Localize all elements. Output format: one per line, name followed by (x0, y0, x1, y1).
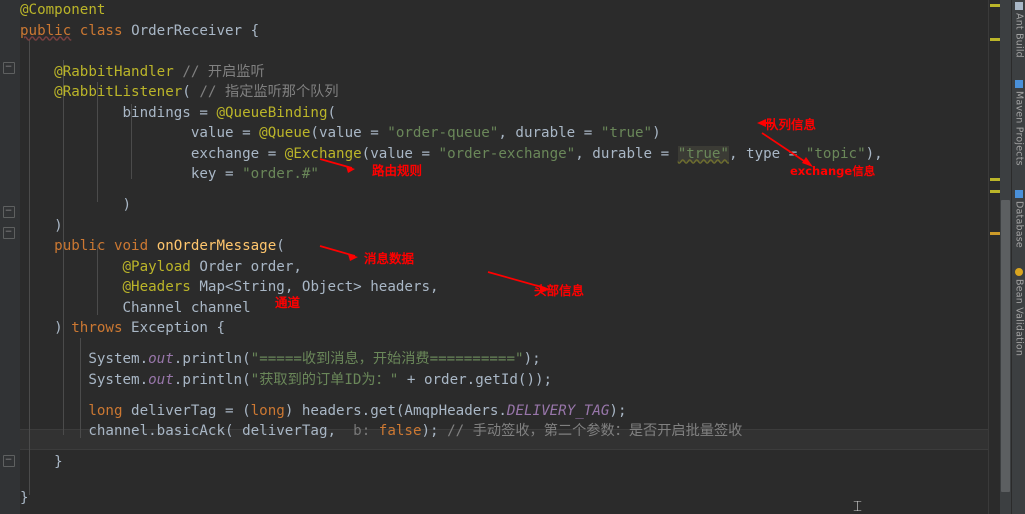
tool-window-label: Bean Validation (1013, 279, 1025, 357)
tool-window-label: Maven Projects (1013, 91, 1025, 166)
scrollbar-thumb[interactable] (1001, 200, 1010, 492)
annotation-arrows (319, 119, 813, 293)
maven-icon (1015, 80, 1023, 88)
fold-marker[interactable]: − (3, 455, 15, 467)
ant-icon (1015, 2, 1023, 10)
tool-window-maven-projects[interactable]: Maven Projects (1012, 80, 1025, 166)
annotation-channel-info: 通道 (275, 295, 301, 310)
error-stripe[interactable] (988, 0, 1000, 514)
tool-window-label: Database (1013, 201, 1025, 248)
fold-marker[interactable]: − (3, 206, 15, 218)
bean-icon (1015, 268, 1023, 276)
editor-gutter[interactable]: − − − − (0, 0, 20, 514)
tool-window-ant-build[interactable]: Ant Build (1012, 2, 1025, 58)
fold-marker[interactable]: − (3, 62, 15, 74)
tool-window-database[interactable]: Database (1012, 190, 1025, 248)
tool-window-bean-validation[interactable]: Bean Validation (1012, 268, 1025, 356)
tool-window-label: Ant Build (1013, 13, 1025, 58)
idea-editor-window: − − − − @Component public class OrderRec… (0, 0, 1025, 514)
annotation-queue-info: 队列信息 (766, 117, 817, 132)
fold-marker[interactable]: − (3, 227, 15, 239)
editor-scrollbar[interactable] (1000, 0, 1011, 514)
annotation-route-rule: 路由规则 (372, 163, 423, 178)
database-icon (1015, 190, 1023, 198)
annotation-message-data: 消息数据 (364, 251, 415, 266)
code-editor[interactable]: @Component public class OrderReceiver { … (20, 0, 1000, 514)
warning-marker[interactable] (990, 178, 1000, 181)
annotation-header-info: 头部信息 (534, 283, 585, 298)
mouse-ibeam-cursor: ⌶ (853, 497, 863, 514)
warning-marker[interactable] (990, 38, 1000, 41)
right-tool-window-bar[interactable]: Ant Build Maven Projects Database Bean V… (1011, 0, 1025, 514)
warning-marker[interactable] (990, 190, 1000, 193)
warning-marker[interactable] (990, 4, 1000, 7)
warning-marker[interactable] (990, 232, 1000, 235)
annotation-exchange-info: exchange信息 (790, 164, 876, 178)
